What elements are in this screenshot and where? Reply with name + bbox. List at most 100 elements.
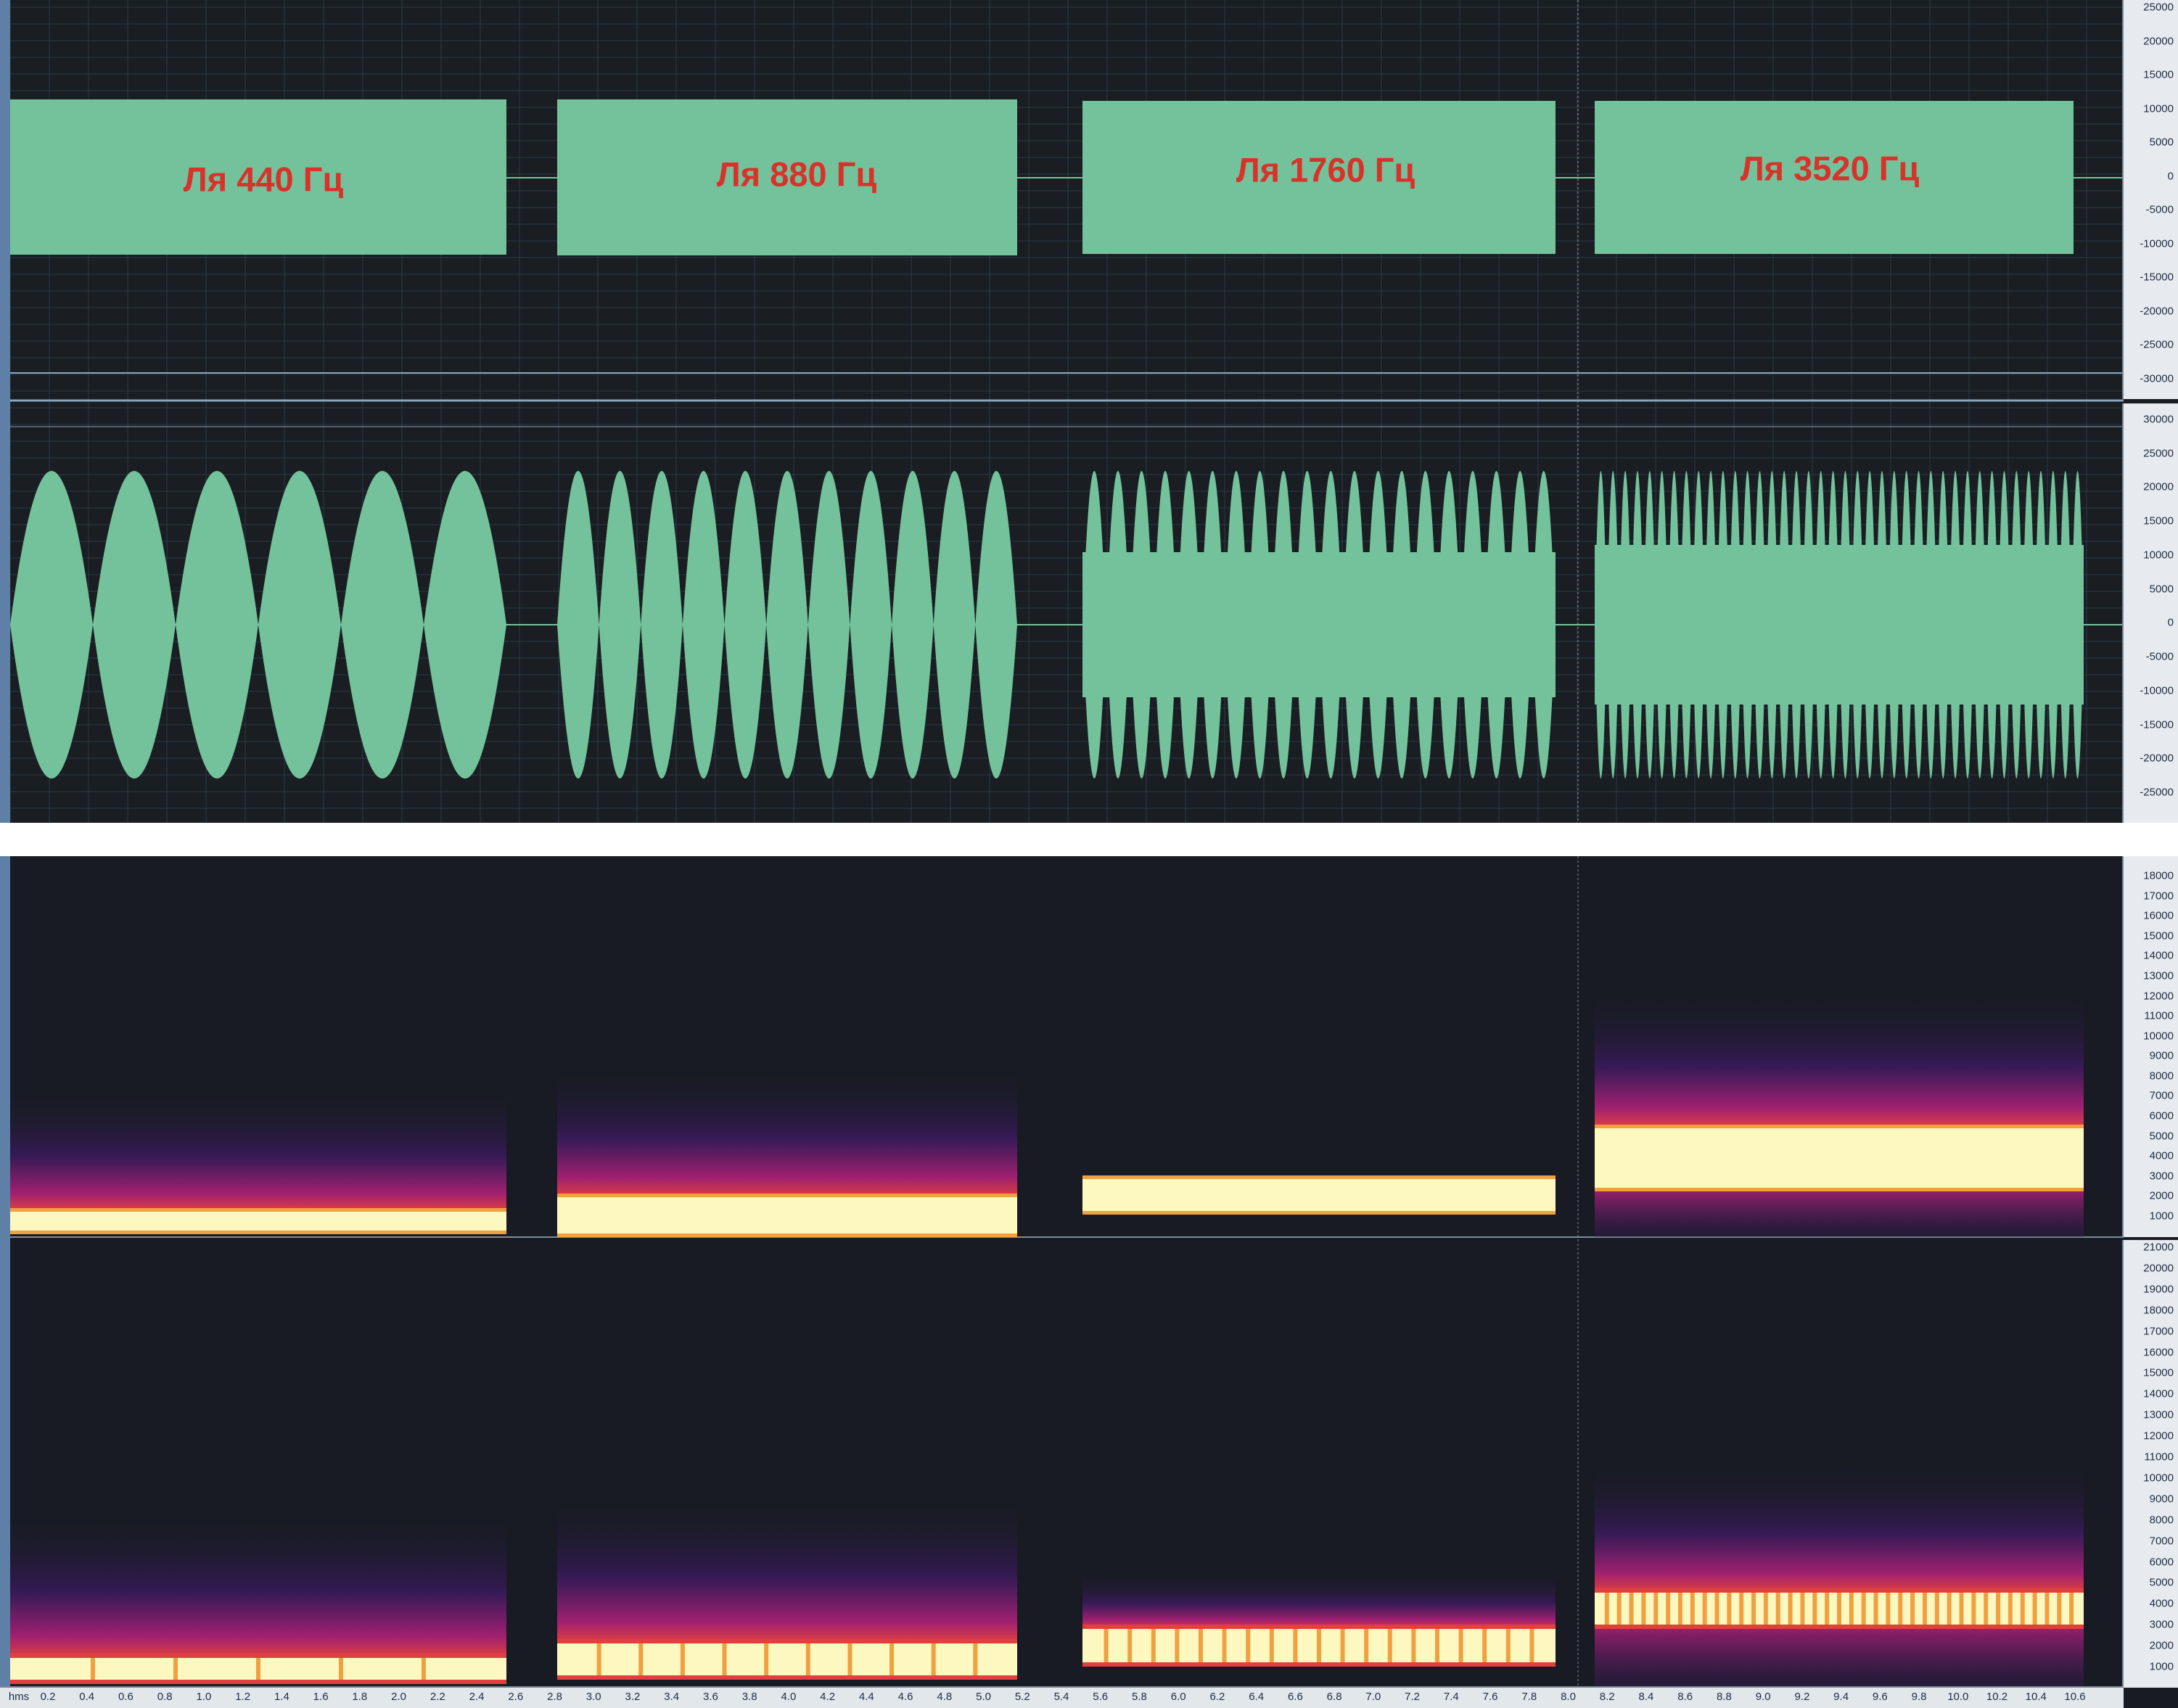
ruler-label: 3000 <box>2149 1170 2174 1183</box>
spectral-glow-below-bottom-3 <box>1595 1625 2084 1688</box>
waveform-envelope-bottom-1 <box>557 471 1017 779</box>
pulse-gap <box>1364 1629 1369 1662</box>
amplitude-ruler-bottom[interactable]: 30000 25000 20000 15000 10000 5000 0 -5000 -1000… <box>2122 403 2178 823</box>
time-tick-label: 8.2 <box>1599 1691 1615 1703</box>
time-tick-label: 4.6 <box>897 1691 913 1703</box>
pulse-gap <box>1849 1593 1854 1625</box>
pulse-gap <box>1690 1593 1695 1625</box>
waveform-canvas[interactable] <box>0 0 2178 823</box>
ruler-label: 5000 <box>2149 136 2174 149</box>
ruler-label: -30000 <box>2140 372 2174 385</box>
ruler-label: 1000 <box>2149 1660 2174 1673</box>
time-tick-label: 1.2 <box>235 1691 251 1703</box>
pulse-gap <box>1151 1629 1156 1662</box>
time-tick-label: 3.0 <box>585 1691 601 1703</box>
pulse-gap <box>889 1643 895 1675</box>
pulse-gap <box>1898 1593 1903 1625</box>
ruler-label: -5000 <box>2145 650 2174 663</box>
amplitude-ruler-top[interactable]: 25000 20000 15000 10000 5000 0 -5000 -10000 -150… <box>2122 0 2178 399</box>
time-ruler[interactable]: hms 0.2 0.4 0.6 0.8 1.0 1.2 1.4 1.6 1.8 2.0 2.2 2.4… <box>0 1686 2124 1708</box>
time-tick-label: 8.0 <box>1561 1691 1576 1703</box>
ruler-label: 7000 <box>2149 1535 2174 1548</box>
pulse-gap <box>596 1643 601 1675</box>
pulse-gap <box>1984 1593 1989 1625</box>
spectral-glow-bottom-1 <box>557 1498 1017 1643</box>
pulse-gap <box>973 1643 978 1675</box>
pulse-gap <box>1505 1629 1511 1662</box>
time-tick-label: 2.8 <box>547 1691 562 1703</box>
frequency-ruler-bottom[interactable]: 21000 20000 19000 18000 17000 16000 15000 14000… <box>2122 1240 2178 1688</box>
time-tick-label: 6.8 <box>1326 1691 1342 1703</box>
pulse-gap <box>1922 1593 1927 1625</box>
pulse-gap <box>1175 1629 1180 1662</box>
pulse-gap <box>1947 1593 1952 1625</box>
waveform-panel[interactable]: Ля 440 Гц Ля 880 Гц Ля 1760 Гц Ля 3520 Г… <box>0 0 2178 823</box>
ruler-label: 30000 <box>2143 413 2174 426</box>
time-tick-label: 3.4 <box>664 1691 680 1703</box>
time-tick-label: 0.2 <box>40 1691 56 1703</box>
time-tick-label: 1.0 <box>196 1691 212 1703</box>
pulse-gap <box>1666 1593 1671 1625</box>
pulse-gap <box>1604 1593 1609 1625</box>
ruler-label: 15000 <box>2143 68 2174 81</box>
ruler-label: 11000 <box>2144 1009 2174 1022</box>
time-tick-label: 3.8 <box>741 1691 757 1703</box>
ruler-label: -15000 <box>2140 271 2174 284</box>
ruler-label: 15000 <box>2143 514 2174 527</box>
ruler-label: 10000 <box>2143 102 2174 115</box>
pulse-gap <box>1934 1593 1939 1625</box>
ruler-label: 13000 <box>2143 969 2174 982</box>
ruler-label: 2000 <box>2149 1639 2174 1652</box>
pulse-gap <box>1246 1629 1251 1662</box>
ruler-label: 14000 <box>2143 949 2174 962</box>
time-ruler-unit: hms <box>8 1691 30 1703</box>
pulse-gap <box>2032 1593 2037 1625</box>
time-tick-label: 7.8 <box>1521 1691 1537 1703</box>
spectral-glow-top-3 <box>1595 990 2084 1128</box>
time-tick-label: 0.6 <box>118 1691 133 1703</box>
pulse-gap <box>1411 1629 1416 1662</box>
ruler-label: 20000 <box>2143 480 2174 493</box>
ruler-label: 6000 <box>2149 1556 2174 1568</box>
ruler-label: 12000 <box>2143 990 2174 1003</box>
pulse-gap <box>1104 1629 1109 1662</box>
ruler-label: -20000 <box>2140 305 2174 318</box>
pulse-gap <box>1727 1593 1732 1625</box>
spectral-glow-bottom-2 <box>1082 1571 1556 1629</box>
pulse-gap <box>1629 1593 1634 1625</box>
pulse-gap <box>1739 1593 1744 1625</box>
time-tick-label: 3.2 <box>625 1691 641 1703</box>
ruler-label: 13000 <box>2143 1408 2174 1421</box>
ruler-label: 9000 <box>2149 1049 2174 1062</box>
time-tick-label: 1.8 <box>352 1691 368 1703</box>
frequency-ruler-top[interactable]: 18000 17000 16000 15000 14000 13000 12000 11000… <box>2122 856 2178 1237</box>
ruler-label: -5000 <box>2145 203 2174 216</box>
pulse-gap <box>1910 1593 1915 1625</box>
time-tick-label: 8.6 <box>1677 1691 1693 1703</box>
spectrogram-canvas[interactable] <box>0 856 2178 1708</box>
time-tick-label: 2.2 <box>430 1691 445 1703</box>
time-tick-label: 2.6 <box>508 1691 524 1703</box>
ruler-label: 20000 <box>2143 1262 2174 1275</box>
time-tick-label: 9.2 <box>1794 1691 1810 1703</box>
pulse-gap <box>2020 1593 2025 1625</box>
ruler-label: 18000 <box>2143 1304 2174 1317</box>
time-tick-label: 8.8 <box>1716 1691 1732 1703</box>
time-tick-label: 7.2 <box>1405 1691 1420 1703</box>
time-tick-label: 7.0 <box>1365 1691 1381 1703</box>
time-tick-label: 8.4 <box>1638 1691 1654 1703</box>
time-tick-label: 10.2 <box>1986 1691 2008 1703</box>
pulse-gap <box>1653 1593 1659 1625</box>
time-tick-label: 9.8 <box>1911 1691 1927 1703</box>
spectral-glow-top-0 <box>10 1088 506 1212</box>
ruler-label: 7000 <box>2149 1089 2174 1102</box>
time-tick-label: 9.4 <box>1833 1691 1849 1703</box>
ruler-label: 8000 <box>2149 1514 2174 1527</box>
pulse-gap <box>1996 1593 2001 1625</box>
spectrogram-panel[interactable]: 18000 17000 16000 15000 14000 13000 12000 11000… <box>0 856 2178 1708</box>
pulse-gap <box>931 1643 936 1675</box>
ruler-label: 12000 <box>2143 1429 2174 1442</box>
pulse-gap <box>1763 1593 1768 1625</box>
time-tick-label: 5.6 <box>1093 1691 1109 1703</box>
pulse-gap <box>1775 1593 1780 1625</box>
